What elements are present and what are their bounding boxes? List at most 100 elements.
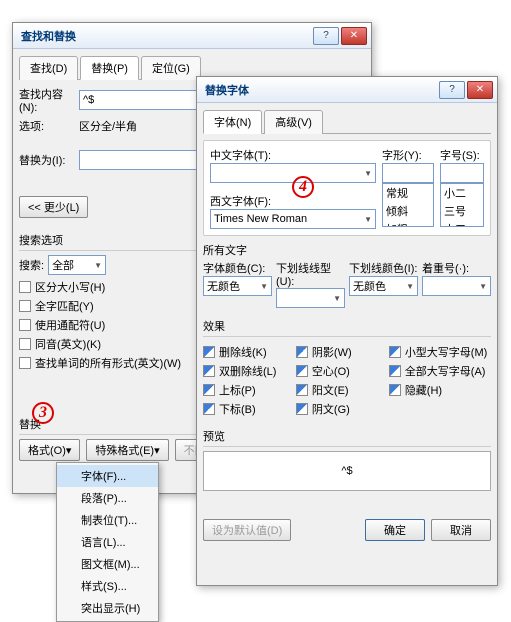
find-replace-titlebar[interactable]: 查找和替换 ? ✕ — [13, 23, 371, 49]
check-hidden-label: 隐藏(H) — [405, 382, 442, 398]
menu-font[interactable]: 字体(F)... — [57, 465, 158, 487]
cjk-font-combo[interactable]: ▼ — [210, 163, 376, 183]
tab-goto[interactable]: 定位(G) — [141, 56, 201, 80]
tab-advanced[interactable]: 高级(V) — [264, 110, 323, 134]
chevron-down-icon: ▼ — [406, 282, 414, 291]
check-wildcards-label: 使用通配符(U) — [35, 317, 105, 333]
font-tabs: 字体(N) 高级(V) — [203, 109, 491, 134]
check-all-caps[interactable]: 全部大写字母(A) — [389, 363, 491, 379]
menu-tabs[interactable]: 制表位(T)... — [57, 509, 158, 531]
latin-font-value: Times New Roman — [214, 213, 307, 225]
format-menu: 字体(F)... 段落(P)... 制表位(T)... 语言(L)... 图文框… — [56, 462, 159, 622]
effects-title: 效果 — [203, 318, 491, 337]
check-all-word-forms-label: 查找单词的所有形式(英文)(W) — [35, 355, 181, 371]
format-button[interactable]: 格式(O)▾ — [19, 439, 80, 461]
check-small-caps[interactable]: 小型大写字母(M) — [389, 344, 491, 360]
underline-color-label: 下划线颜色(I): — [349, 260, 418, 276]
font-size-label: 字号(S): — [440, 147, 484, 163]
help-button[interactable]: ? — [313, 27, 339, 45]
underline-color-value: 无颜色 — [353, 278, 386, 294]
check-all-caps-label: 全部大写字母(A) — [405, 363, 486, 379]
check-match-case-label: 区分大小写(H) — [35, 279, 105, 295]
find-content-value: ^$ — [83, 94, 94, 106]
font-size-list[interactable]: 小二 三号 小三 — [440, 183, 484, 227]
latin-font-label: 西文字体(F): — [210, 193, 376, 209]
replace-font-dialog: 替换字体 ? ✕ 字体(N) 高级(V) 中文字体(T): ▼ 西文字体(F):… — [196, 76, 498, 586]
underline-color-combo[interactable]: 无颜色 ▼ — [349, 276, 418, 296]
menu-style[interactable]: 样式(S)... — [57, 575, 158, 597]
font-style-input[interactable] — [382, 163, 434, 183]
check-strike-label: 删除线(K) — [219, 344, 267, 360]
list-item[interactable]: 小三 — [441, 220, 483, 227]
all-text-title: 所有文字 — [203, 242, 491, 258]
check-whole-word-label: 全字匹配(Y) — [35, 298, 94, 314]
tab-replace[interactable]: 替换(P) — [80, 56, 139, 80]
underline-type-combo[interactable]: ▼ — [276, 288, 345, 308]
check-subscript-label: 下标(B) — [219, 401, 256, 417]
check-outline[interactable]: 空心(O) — [296, 363, 389, 379]
search-dir-label: 搜索: — [19, 257, 44, 273]
font-color-label: 字体颜色(C): — [203, 260, 272, 276]
close-button[interactable]: ✕ — [467, 81, 493, 99]
chevron-down-icon: ▼ — [260, 282, 268, 291]
menu-highlight[interactable]: 突出显示(H) — [57, 597, 158, 619]
emphasis-combo[interactable]: ▼ — [422, 276, 491, 296]
tab-font[interactable]: 字体(N) — [203, 110, 262, 134]
replace-with-label: 替换为(I): — [19, 152, 79, 168]
check-engrave-label: 阴文(G) — [312, 401, 350, 417]
check-shadow-label: 阴影(W) — [312, 344, 352, 360]
check-subscript[interactable]: 下标(B) — [203, 401, 296, 417]
chevron-down-icon: ▼ — [94, 261, 102, 270]
list-item[interactable]: 常规 — [383, 184, 433, 202]
check-engrave[interactable]: 阴文(G) — [296, 401, 389, 417]
find-content-label: 查找内容(N): — [19, 86, 79, 114]
menu-frame[interactable]: 图文框(M)... — [57, 553, 158, 575]
font-size-input[interactable] — [440, 163, 484, 183]
special-format-button[interactable]: 特殊格式(E)▾ — [86, 439, 168, 461]
menu-language[interactable]: 语言(L)... — [57, 531, 158, 553]
cancel-button[interactable]: 取消 — [431, 519, 491, 541]
check-emboss[interactable]: 阳文(E) — [296, 382, 389, 398]
font-style-list[interactable]: 常规 倾斜 加粗 — [382, 183, 434, 227]
replace-font-title: 替换字体 — [205, 82, 437, 98]
close-button[interactable]: ✕ — [341, 27, 367, 45]
list-item[interactable]: 加粗 — [383, 220, 433, 227]
cjk-font-label: 中文字体(T): — [210, 147, 376, 163]
help-button[interactable]: ? — [439, 81, 465, 99]
check-hidden[interactable]: 隐藏(H) — [389, 382, 491, 398]
font-style-label: 字形(Y): — [382, 147, 434, 163]
preview-text: ^$ — [341, 465, 352, 477]
latin-font-combo[interactable]: Times New Roman ▼ — [210, 209, 376, 229]
list-item[interactable]: 倾斜 — [383, 202, 433, 220]
check-superscript[interactable]: 上标(P) — [203, 382, 296, 398]
chevron-down-icon: ▼ — [364, 215, 372, 224]
less-button[interactable]: << 更少(L) — [19, 196, 88, 218]
check-superscript-label: 上标(P) — [219, 382, 256, 398]
menu-paragraph[interactable]: 段落(P)... — [57, 487, 158, 509]
check-shadow[interactable]: 阴影(W) — [296, 344, 389, 360]
chevron-down-icon: ▼ — [479, 282, 487, 291]
ok-button[interactable]: 确定 — [365, 519, 425, 541]
check-small-caps-label: 小型大写字母(M) — [405, 344, 488, 360]
check-double-strike-label: 双删除线(L) — [219, 363, 276, 379]
check-strike[interactable]: 删除线(K) — [203, 344, 296, 360]
options-label: 选项: — [19, 118, 79, 134]
options-value: 区分全/半角 — [79, 118, 137, 134]
check-outline-label: 空心(O) — [312, 363, 350, 379]
font-color-combo[interactable]: 无颜色 ▼ — [203, 276, 272, 296]
chevron-down-icon: ▼ — [333, 294, 341, 303]
check-homonym-label: 同音(英文)(K) — [35, 336, 101, 352]
check-double-strike[interactable]: 双删除线(L) — [203, 363, 296, 379]
list-item[interactable]: 三号 — [441, 202, 483, 220]
replace-font-titlebar[interactable]: 替换字体 ? ✕ — [197, 77, 497, 103]
preview-box: ^$ — [203, 451, 491, 491]
find-replace-title: 查找和替换 — [21, 28, 311, 44]
list-item[interactable]: 小二 — [441, 184, 483, 202]
underline-type-label: 下划线线型(U): — [276, 260, 345, 288]
search-dir-combo[interactable]: 全部 ▼ — [48, 255, 106, 275]
check-emboss-label: 阳文(E) — [312, 382, 349, 398]
search-dir-value: 全部 — [52, 257, 74, 273]
font-color-value: 无颜色 — [207, 278, 240, 294]
tab-find[interactable]: 查找(D) — [19, 56, 78, 80]
preview-title: 预览 — [203, 428, 491, 447]
